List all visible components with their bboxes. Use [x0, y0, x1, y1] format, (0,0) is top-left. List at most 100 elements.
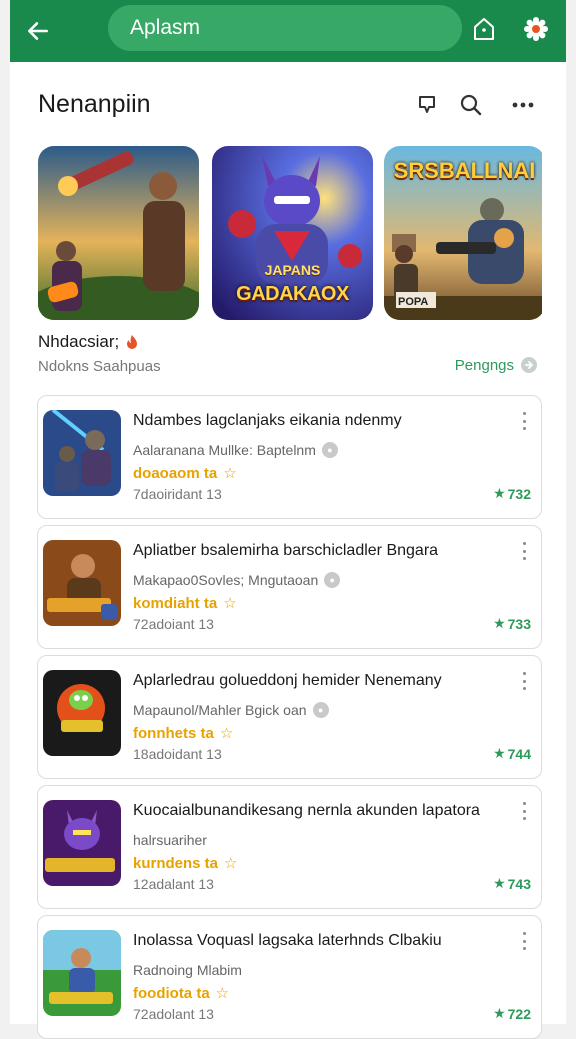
search-icon: [460, 94, 482, 116]
app-rating-text: foodiota ta: [133, 984, 210, 1002]
app-rating: komdiaht ta ☆: [133, 594, 237, 613]
star-icon: ☆: [223, 465, 237, 482]
app-icon: [43, 800, 121, 886]
star-icon: ★: [493, 745, 506, 761]
app-rating-text: fonnhets ta: [133, 724, 214, 742]
bookmark-icon: [419, 96, 435, 113]
featured-tile-2[interactable]: JAPANS GADAKAOX: [212, 146, 373, 320]
app-icon: [43, 930, 121, 1016]
app-developer: halrsuariher: [133, 832, 207, 848]
app-score: ★ 733: [493, 615, 531, 632]
app-score-text: 732: [507, 485, 531, 502]
info-icon: ●: [321, 442, 338, 458]
app-title: Kuocaialbunandikesang nernla akunden lap…: [133, 802, 480, 819]
app-developer: Makapao0Sovles; Mngutaoan ●: [133, 572, 341, 588]
app-list-item[interactable]: Kuocaialbunandikesang nernla akunden lap…: [37, 785, 542, 909]
app-icon: [43, 540, 121, 626]
search-text: Aplasm: [130, 16, 201, 39]
arrow-left-icon: [28, 22, 48, 40]
app-list-item[interactable]: Aplarledrau golueddonj hemider Nenemany …: [37, 655, 542, 779]
page-header: Nenanpiin: [38, 90, 548, 120]
section-title-text: Nhdacsiar;: [38, 332, 120, 351]
app-size: 72adoiant 13: [133, 616, 214, 632]
featured-tile-1[interactable]: [38, 146, 199, 320]
info-icon: ●: [324, 572, 341, 588]
section-title: Nhdacsiar;: [38, 332, 139, 352]
bookmark-button[interactable]: [412, 90, 442, 120]
app-icon: [43, 410, 121, 496]
featured-carousel: JAPANS GADAKAOX SRSBALLNAI POPA: [38, 146, 542, 320]
gear-icon: [524, 17, 548, 41]
star-icon: ☆: [219, 725, 234, 742]
app-rating-text: kurndens ta: [133, 854, 219, 872]
app-rating-text: doaoaom ta: [133, 464, 218, 482]
more-menu-button[interactable]: [508, 90, 538, 120]
tile-small-caption: JAPANS: [264, 262, 321, 278]
app-rating: doaoaom ta ☆: [133, 464, 237, 483]
star-icon: ☆: [215, 985, 230, 1002]
app-list-item[interactable]: Ndambes lagclanjaks eikania ndenmy Aalar…: [37, 395, 542, 519]
app-title: Apliatber bsalemirha barschicladler Bnga…: [133, 542, 439, 559]
app-score-text: 733: [507, 615, 531, 632]
app-developer: Radnoing Mlabim: [133, 962, 242, 978]
app-more-button[interactable]: [517, 672, 531, 690]
home-button[interactable]: [464, 9, 504, 49]
search-button[interactable]: [456, 90, 486, 120]
home-icon: [474, 18, 494, 40]
section-more-link[interactable]: Pengngs: [455, 356, 538, 374]
app-developer-text: Mapaunol/Mahler Bgick oan: [133, 702, 307, 718]
app-title: Ndambes lagclanjaks eikania ndenmy: [133, 412, 402, 429]
app-developer: Mapaunol/Mahler Bgick oan ●: [133, 702, 329, 718]
section-more-label: Pengngs: [454, 356, 514, 374]
app-size: 18adoidant 13: [133, 746, 222, 762]
app-size: 72adolant 13: [133, 1006, 214, 1022]
app-score: ★ 743: [493, 875, 531, 892]
app-more-button[interactable]: [517, 802, 531, 820]
app-rating: kurndens ta ☆: [133, 854, 237, 873]
app-title: Aplarledrau golueddonj hemider Nenemany: [133, 672, 442, 689]
tile-caption: GADAKAOX: [236, 283, 349, 305]
search-input[interactable]: Aplasm: [108, 5, 462, 51]
app-list-item[interactable]: Inolassa Voquasl lagsaka laterhnds Clbak…: [37, 915, 542, 1039]
app-score-text: 744: [507, 745, 531, 762]
featured-tile-3[interactable]: SRSBALLNAI POPA: [384, 146, 545, 320]
star-icon: ★: [493, 485, 506, 501]
star-icon: ☆: [223, 595, 237, 612]
app-score-text: 722: [507, 1005, 531, 1022]
star-icon: ★: [493, 615, 506, 631]
app-rating: foodiota ta ☆: [133, 984, 230, 1003]
star-icon: ★: [493, 875, 506, 891]
content-panel: Nenanpiin JAPANS GADAKAOX SRSBALLNAI POP…: [10, 62, 566, 1039]
app-score-text: 743: [507, 875, 531, 892]
app-title: Inolassa Voquasl lagsaka laterhnds Clbak…: [133, 932, 442, 949]
star-icon: ★: [493, 1005, 506, 1021]
app-more-button[interactable]: [517, 932, 531, 950]
app-developer: Aalaranana Mullke: Baptelnm ●: [133, 442, 338, 458]
app-rating: fonnhets ta ☆: [133, 724, 234, 743]
app-size: 12adalant 13: [133, 876, 214, 892]
app-score: ★ 722: [493, 1005, 531, 1022]
game-artwork: [38, 146, 199, 320]
page-title: Nenanpiin: [38, 90, 151, 118]
info-icon: ●: [312, 702, 329, 718]
arrow-circle-icon: [521, 357, 537, 373]
tile-small-caption: POPA: [398, 296, 429, 308]
more-horizontal-icon: [512, 102, 534, 108]
app-icon: [43, 670, 121, 756]
app-more-button[interactable]: [517, 412, 531, 430]
top-app-bar: Aplasm: [10, 0, 566, 62]
app-list-item[interactable]: Apliatber bsalemirha barschicladler Bnga…: [37, 525, 542, 649]
app-developer-text: Radnoing Mlabim: [133, 962, 242, 978]
fire-icon: [127, 335, 138, 349]
app-score: ★ 744: [493, 745, 531, 762]
app-developer-text: halrsuariher: [133, 832, 207, 848]
settings-button[interactable]: [516, 9, 556, 49]
section-subtitle: Ndokns Saahpuas: [38, 358, 161, 375]
tile-caption: SRSBALLNAI: [393, 158, 536, 183]
app-rating-text: komdiaht ta: [133, 594, 218, 612]
app-developer-text: Aalaranana Mullke: Baptelnm: [133, 442, 316, 458]
app-more-button[interactable]: [517, 542, 531, 560]
app-developer-text: Makapao0Sovles; Mngutaoan: [133, 572, 319, 588]
back-button[interactable]: [10, 0, 66, 62]
app-size: 7daoiridant 13: [133, 486, 222, 502]
